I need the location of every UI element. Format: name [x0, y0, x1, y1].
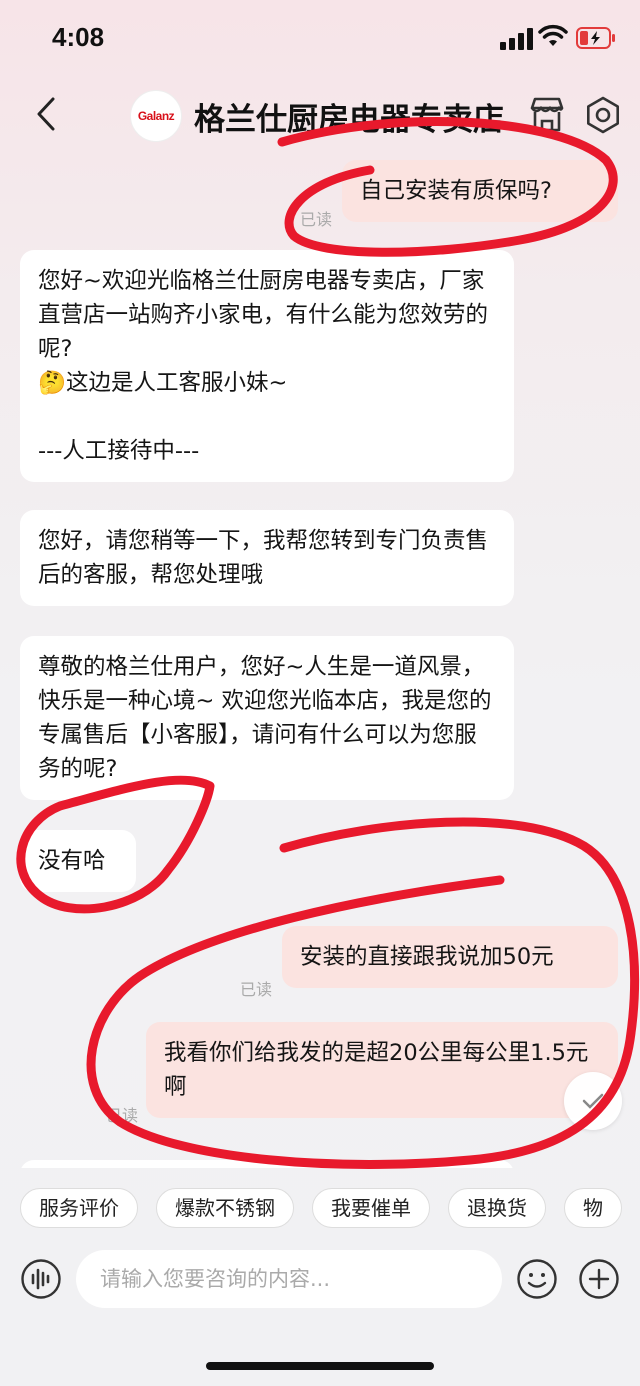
plus-icon — [579, 1259, 619, 1299]
read-receipt: 已读 — [106, 1106, 139, 1125]
read-receipt: 已读 — [300, 210, 333, 229]
back-button[interactable] — [28, 94, 64, 134]
message-bubble-outgoing[interactable]: 自己安装有质保吗? — [342, 160, 618, 222]
home-indicator[interactable] — [206, 1362, 434, 1370]
store-button[interactable] — [526, 94, 568, 136]
message-bubble-partial — [20, 1160, 514, 1168]
settings-button[interactable] — [582, 94, 624, 136]
voice-icon — [21, 1259, 61, 1299]
voice-button[interactable] — [20, 1258, 62, 1300]
store-icon — [530, 97, 564, 132]
shop-name[interactable]: 格兰仕厨房电器专卖店 — [194, 94, 512, 139]
chevron-left-icon — [37, 97, 55, 131]
nav-bar: Galanz 格兰仕厨房电器专卖店 — [0, 80, 640, 150]
message-bubble-incoming[interactable]: 您好，请您稍等一下，我帮您转到专门负责售后的客服，帮您处理哦 — [20, 510, 514, 606]
signal-icon — [500, 28, 533, 50]
more-button[interactable] — [578, 1258, 620, 1300]
message-list[interactable]: 自己安装有质保吗? 已读 您好~欢迎光临格兰仕厨房电器专卖店，厂家直营店一站购齐… — [0, 150, 640, 1168]
quick-reply-more[interactable]: 物 — [564, 1188, 622, 1228]
message-bubble-outgoing[interactable]: 安装的直接跟我说加50元 — [282, 926, 618, 988]
message-bubble-incoming[interactable]: 尊敬的格兰仕用户，您好~人生是一道风景，快乐是一种心境~ 欢迎您光临本店，我是您… — [20, 636, 514, 800]
message-bubble-incoming[interactable]: 您好~欢迎光临格兰仕厨房电器专卖店，厂家直营店一站购齐小家电，有什么能为您效劳的… — [20, 250, 514, 482]
quick-reply-stainless[interactable]: 爆款不锈钢 — [156, 1188, 294, 1228]
battery-icon — [576, 27, 615, 49]
shop-logo-text: Galanz — [137, 109, 175, 123]
check-icon — [582, 1093, 604, 1109]
message-bubble-outgoing[interactable]: 我看你们给我发的是超20公里每公里1.5元啊 — [146, 1022, 618, 1118]
status-time: 4:08 — [52, 22, 105, 52]
settings-icon — [587, 96, 619, 134]
status-bar: 4:08 — [0, 0, 640, 80]
wifi-icon — [538, 24, 568, 46]
message-bubble-incoming[interactable]: 没有哈 — [20, 830, 136, 892]
emoji-button[interactable] — [516, 1258, 558, 1300]
quick-reply-bar: 服务评价 爆款不锈钢 我要催单 退换货物 — [20, 1188, 640, 1230]
quick-reply-return-exchange[interactable]: 退换货 — [448, 1188, 546, 1228]
shop-logo[interactable]: Galanz — [130, 90, 182, 142]
message-input[interactable] — [76, 1250, 502, 1308]
scroll-bottom-button[interactable] — [564, 1072, 622, 1130]
quick-reply-urge-order[interactable]: 我要催单 — [312, 1188, 430, 1228]
quick-reply-service-rating[interactable]: 服务评价 — [20, 1188, 138, 1228]
emoji-icon — [517, 1259, 557, 1299]
input-bar — [0, 1248, 640, 1312]
read-receipt: 已读 — [240, 980, 273, 999]
